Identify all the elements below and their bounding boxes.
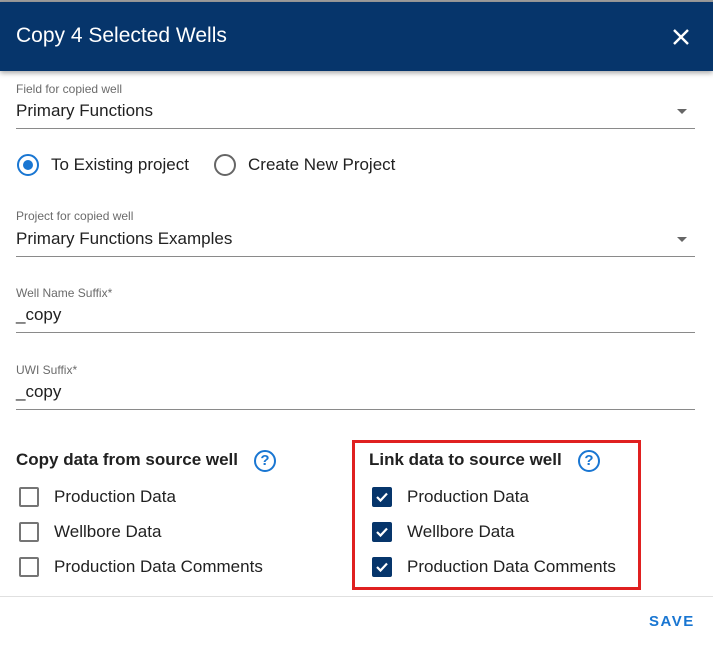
project-select-value: Primary Functions Examples bbox=[16, 229, 233, 248]
radio-selected-icon[interactable] bbox=[17, 154, 39, 176]
field-select-label: Field for copied well bbox=[16, 82, 123, 96]
field-select[interactable]: Field for copied well Primary Functions bbox=[16, 82, 695, 129]
uwi-suffix-label: UWI Suffix* bbox=[16, 363, 78, 377]
radio-new-project[interactable]: Create New Project bbox=[214, 154, 395, 176]
copy-checkbox-production-comments[interactable]: Production Data Comments bbox=[19, 557, 263, 577]
footer-divider bbox=[0, 596, 713, 597]
dropdown-arrow-icon[interactable] bbox=[677, 109, 687, 114]
radio-unselected-icon[interactable] bbox=[214, 154, 236, 176]
link-production-data-label: Production Data bbox=[407, 487, 529, 506]
link-checkbox-wellbore-data[interactable]: Wellbore Data bbox=[372, 522, 514, 542]
project-select-label: Project for copied well bbox=[16, 209, 134, 223]
checkbox-checked-icon[interactable] bbox=[372, 522, 392, 542]
copy-checkbox-production-data[interactable]: Production Data bbox=[19, 487, 176, 507]
checkbox-unchecked-icon[interactable] bbox=[19, 522, 39, 542]
save-button[interactable]: SAVE bbox=[649, 613, 695, 630]
link-production-comments-label: Production Data Comments bbox=[407, 557, 616, 576]
radio-existing-project[interactable]: To Existing project bbox=[17, 154, 189, 176]
link-checkbox-production-comments[interactable]: Production Data Comments bbox=[372, 557, 616, 577]
copy-checkbox-wellbore-data[interactable]: Wellbore Data bbox=[19, 522, 161, 542]
well-name-suffix-label: Well Name Suffix* bbox=[16, 286, 113, 300]
dialog-header: Copy 4 Selected Wells bbox=[0, 2, 713, 71]
copy-production-comments-label: Production Data Comments bbox=[54, 557, 263, 576]
checkbox-checked-icon[interactable] bbox=[372, 487, 392, 507]
help-circle-icon[interactable]: ? bbox=[254, 450, 276, 472]
checkbox-checked-icon[interactable] bbox=[372, 557, 392, 577]
radio-existing-project-label: To Existing project bbox=[51, 155, 189, 174]
field-select-value: Primary Functions bbox=[16, 101, 153, 120]
dropdown-arrow-icon[interactable] bbox=[677, 237, 687, 242]
link-checkbox-production-data[interactable]: Production Data bbox=[372, 487, 529, 507]
well-name-suffix-value[interactable]: _copy bbox=[16, 305, 61, 325]
well-name-suffix-field[interactable]: Well Name Suffix* _copy bbox=[16, 286, 695, 333]
checkbox-unchecked-icon[interactable] bbox=[19, 557, 39, 577]
uwi-suffix-value[interactable]: _copy bbox=[16, 382, 61, 402]
link-wellbore-data-label: Wellbore Data bbox=[407, 522, 515, 541]
copy-section-title: Copy data from source well bbox=[16, 450, 238, 469]
link-section-title: Link data to source well bbox=[369, 450, 562, 469]
close-icon[interactable] bbox=[668, 24, 694, 50]
help-circle-icon[interactable]: ? bbox=[578, 450, 600, 472]
checkbox-unchecked-icon[interactable] bbox=[19, 487, 39, 507]
copy-wellbore-data-label: Wellbore Data bbox=[54, 522, 162, 541]
dialog-title: Copy 4 Selected Wells bbox=[16, 24, 227, 47]
radio-new-project-label: Create New Project bbox=[248, 155, 396, 174]
copy-production-data-label: Production Data bbox=[54, 487, 176, 506]
uwi-suffix-field[interactable]: UWI Suffix* _copy bbox=[16, 363, 695, 410]
project-select[interactable]: Project for copied well Primary Function… bbox=[16, 209, 695, 257]
